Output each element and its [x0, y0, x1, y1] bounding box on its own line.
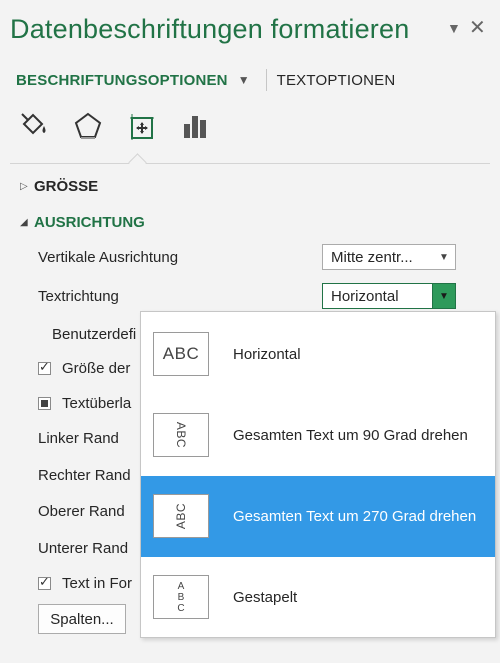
menu-item-rotate-90[interactable]: ABC Gesamten Text um 90 Grad drehen	[141, 395, 495, 476]
rotate-270-preview-text: ABC	[174, 502, 188, 530]
horizontal-preview-icon: ABC	[153, 332, 209, 376]
menu-item-label: Gesamten Text um 270 Grad drehen	[233, 508, 477, 525]
right-margin-label: Rechter Rand	[38, 467, 131, 484]
menu-item-label: Horizontal	[233, 346, 301, 363]
section-divider	[10, 163, 490, 164]
tab-text-options[interactable]: TEXTOPTIONEN	[277, 72, 396, 89]
close-icon[interactable]: ✕	[469, 15, 486, 40]
custom-angle-label: Benutzerdefi	[52, 326, 137, 343]
text-direction-value: Horizontal	[331, 287, 399, 305]
active-category-notch	[128, 153, 147, 172]
chevron-down-icon[interactable]: ▼	[238, 73, 250, 87]
effects-icon[interactable]	[70, 108, 106, 144]
top-margin-label: Oberer Rand	[38, 503, 125, 520]
horizontal-preview-text: ABC	[162, 344, 200, 363]
rotate-90-preview-text: ABC	[174, 421, 188, 449]
option-tabs: BESCHRIFTUNGSOPTIONEN ▼ TEXTOPTIONEN	[16, 69, 396, 91]
text-direction-label: Textrichtung	[38, 288, 119, 305]
left-margin-label: Linker Rand	[38, 430, 119, 447]
columns-button[interactable]: Spalten...	[38, 604, 126, 634]
wrap-text-checkbox[interactable]	[38, 574, 51, 590]
vertical-alignment-value: Mitte zentr...	[331, 248, 413, 266]
stacked-preview-text: A B C	[177, 581, 184, 614]
vertical-alignment-label: Vertikale Ausrichtung	[38, 249, 179, 266]
rotate-90-preview-icon: ABC	[153, 413, 209, 457]
category-icon-row	[16, 108, 232, 144]
menu-item-rotate-270[interactable]: ABC Gesamten Text um 270 Grad drehen	[141, 476, 495, 557]
pane-options-icon[interactable]: ▼	[447, 20, 461, 36]
wrap-text-label: Text in For	[62, 575, 133, 592]
text-overflow-label: Textüberla	[62, 395, 132, 412]
size-properties-icon[interactable]	[124, 108, 160, 144]
resize-shape-label: Größe der	[62, 360, 131, 377]
resize-shape-checkbox[interactable]	[38, 359, 51, 375]
expand-triangle-icon: ▷	[20, 181, 28, 192]
fill-line-icon[interactable]	[16, 108, 52, 144]
pane-title: Datenbeschriftungen formatieren	[10, 14, 410, 44]
menu-item-label: Gestapelt	[233, 589, 298, 606]
vertical-alignment-dropdown[interactable]: Mitte zentr... ▼	[322, 244, 456, 270]
tab-divider	[265, 69, 267, 91]
stacked-letter: B	[177, 591, 185, 603]
menu-item-label: Gesamten Text um 90 Grad drehen	[233, 427, 468, 444]
section-size-label: GRÖSSE	[34, 178, 99, 195]
stacked-preview-icon: A B C	[153, 575, 209, 619]
label-options-icon[interactable]	[178, 108, 214, 144]
text-overflow-checkbox[interactable]	[38, 397, 51, 410]
section-alignment-label: AUSRICHTUNG	[34, 214, 145, 231]
tab-label-options[interactable]: BESCHRIFTUNGSOPTIONEN	[16, 72, 228, 89]
chevron-down-icon: ▼	[439, 251, 449, 263]
stacked-letter: A	[177, 580, 185, 592]
chevron-down-icon: ▼	[432, 284, 455, 308]
section-alignment[interactable]: ◢ AUSRICHTUNG	[20, 214, 145, 231]
text-direction-dropdown[interactable]: Horizontal ▼	[322, 283, 456, 309]
section-size[interactable]: ▷ GRÖSSE	[20, 178, 98, 195]
bottom-margin-label: Unterer Rand	[38, 540, 129, 557]
menu-item-horizontal[interactable]: ABC Horizontal	[141, 314, 495, 395]
collapse-triangle-icon: ◢	[20, 217, 28, 228]
text-direction-menu: ABC Horizontal ABC Gesamten Text um 90 G…	[140, 311, 496, 638]
rotate-270-preview-icon: ABC	[153, 494, 209, 538]
menu-item-stacked[interactable]: A B C Gestapelt	[141, 557, 495, 638]
stacked-letter: C	[177, 602, 185, 614]
